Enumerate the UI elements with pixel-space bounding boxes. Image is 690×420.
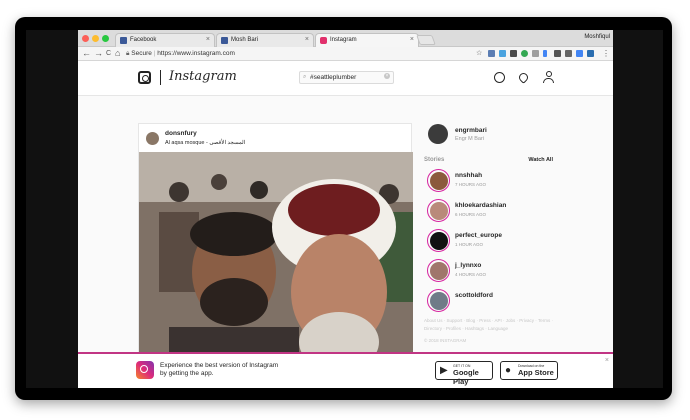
tab-mosh-bari[interactable]: Mosh Bari × xyxy=(216,33,314,47)
feed-post: donsnfury Al aqsa mosque - المسجد الأقصى xyxy=(138,123,413,388)
google-big-label: Google Play xyxy=(453,368,479,386)
banner-text: Experience the best version of Instagram… xyxy=(160,362,279,377)
tab-label: Facebook xyxy=(130,37,157,43)
story-item[interactable]: j_lynnxo 4 HOURS AGO xyxy=(427,259,552,289)
facebook-icon xyxy=(221,37,228,44)
footer-links[interactable]: About Us · Support · Blog · Press · API … xyxy=(424,317,554,345)
story-item[interactable]: nnshhah 7 HOURS AGO xyxy=(427,169,552,199)
camera-icon[interactable] xyxy=(138,71,151,84)
extension-icon[interactable] xyxy=(576,50,583,57)
app-store-button[interactable]: ● Download on the App Store xyxy=(500,361,558,380)
avatar[interactable] xyxy=(428,124,448,144)
tab-label: Instagram xyxy=(330,37,357,43)
avatar xyxy=(427,259,450,282)
story-time: 7 HOURS AGO xyxy=(455,182,487,187)
compass-icon[interactable] xyxy=(494,72,505,83)
story-time: 6 HOURS AGO xyxy=(455,212,487,217)
story-time: 4 HOURS AGO xyxy=(455,272,487,277)
clear-icon[interactable]: × xyxy=(384,73,390,79)
instagram-header: Instagram ⌕ #seattleplumber × xyxy=(78,61,613,96)
close-tab-icon[interactable]: × xyxy=(206,36,210,43)
tab-label: Mosh Bari xyxy=(231,37,259,43)
avatar xyxy=(427,289,450,312)
browser-toolbar: ← → C ⌂ 🔒︎ Secure | https://www.instagra… xyxy=(78,47,613,61)
apple-icon: ● xyxy=(505,365,512,376)
close-window-icon[interactable] xyxy=(82,35,89,42)
play-icon: ▶ xyxy=(440,365,448,376)
sidebar-username[interactable]: engrmbari xyxy=(455,127,487,134)
avatar[interactable] xyxy=(146,132,159,145)
story-item[interactable]: khloekardashian 6 HOURS AGO xyxy=(427,199,552,229)
extension-icon[interactable] xyxy=(488,50,495,57)
profile-name[interactable]: Moshfiqul xyxy=(584,34,610,40)
home-icon[interactable]: ⌂ xyxy=(115,48,120,59)
extension-icon[interactable] xyxy=(499,50,506,57)
search-icon: ⌕ xyxy=(303,74,307,80)
google-play-button[interactable]: ▶ GET IT ON Google Play xyxy=(435,361,493,386)
extension-icon[interactable] xyxy=(565,50,572,57)
extension-icon[interactable] xyxy=(554,50,561,57)
security-label: Secure xyxy=(131,50,152,57)
address-bar[interactable]: 🔒︎ Secure | https://www.instagram.com xyxy=(126,49,474,59)
extension-icon[interactable] xyxy=(587,50,594,57)
tab-facebook[interactable]: Facebook × xyxy=(115,33,215,47)
story-name: nnshhah xyxy=(455,172,483,179)
story-item[interactable]: scottoldford xyxy=(427,289,552,315)
menu-icon[interactable]: ⋮ xyxy=(602,48,610,59)
new-tab-button[interactable] xyxy=(416,35,436,45)
heart-icon[interactable] xyxy=(517,71,530,84)
extension-icon[interactable] xyxy=(532,50,539,57)
story-item[interactable]: perfect_europe 1 HOUR AGO xyxy=(427,229,552,259)
story-name: perfect_europe xyxy=(455,232,502,239)
instagram-app-icon xyxy=(136,361,154,379)
url-text: https://www.instagram.com xyxy=(157,50,235,57)
reload-icon[interactable]: C xyxy=(106,48,111,59)
search-value: #seattleplumber xyxy=(310,74,357,81)
microphone-icon[interactable] xyxy=(543,50,547,57)
tab-instagram[interactable]: Instagram × xyxy=(315,33,419,47)
person-icon[interactable] xyxy=(543,71,554,84)
stories-title: Stories xyxy=(424,157,445,163)
app-banner: Experience the best version of Instagram… xyxy=(78,352,613,388)
extension-icon[interactable] xyxy=(521,50,528,57)
sidebar-fullname: Engr M Bari xyxy=(455,136,485,142)
maximize-window-icon[interactable] xyxy=(102,35,109,42)
search-input[interactable]: ⌕ #seattleplumber × xyxy=(299,71,394,84)
story-time: 1 HOUR AGO xyxy=(455,242,484,247)
browser-window: Facebook × Mosh Bari × Instagram × Moshf… xyxy=(78,30,613,388)
instagram-icon xyxy=(320,37,327,44)
extension-icon[interactable] xyxy=(510,50,517,57)
facebook-icon xyxy=(120,37,127,44)
forward-icon[interactable]: → xyxy=(94,48,103,59)
minimize-window-icon[interactable] xyxy=(92,35,99,42)
copyright: © 2018 INSTAGRAM xyxy=(424,338,467,343)
footer-link-list[interactable]: About Us · Support · Blog · Press · API … xyxy=(424,317,554,333)
tab-bar: Facebook × Mosh Bari × Instagram × Moshf… xyxy=(78,30,613,47)
side-panel-right xyxy=(613,30,663,388)
back-icon[interactable]: ← xyxy=(82,48,91,59)
post-username[interactable]: donsnfury xyxy=(165,130,197,137)
story-name: scottoldford xyxy=(455,292,493,299)
story-name: khloekardashian xyxy=(455,202,507,209)
star-icon[interactable]: ☆ xyxy=(476,48,482,59)
watch-all-link[interactable]: Watch All xyxy=(528,157,553,163)
stories-panel: Stories Watch All nnshhah 7 HOURS AGO kh… xyxy=(424,153,557,318)
apple-big-label: App Store xyxy=(518,368,554,377)
avatar xyxy=(427,229,450,252)
post-location[interactable]: Al aqsa mosque - المسجد الأقصى xyxy=(165,140,245,146)
story-name: j_lynnxo xyxy=(455,262,482,269)
avatar xyxy=(427,169,450,192)
close-tab-icon[interactable]: × xyxy=(410,36,414,43)
close-icon[interactable]: × xyxy=(605,357,609,364)
side-panel-left xyxy=(26,30,78,388)
divider xyxy=(160,70,161,85)
close-tab-icon[interactable]: × xyxy=(305,36,309,43)
instagram-logo[interactable]: Instagram xyxy=(169,69,237,84)
lock-icon: 🔒︎ xyxy=(126,50,130,57)
avatar xyxy=(427,199,450,222)
